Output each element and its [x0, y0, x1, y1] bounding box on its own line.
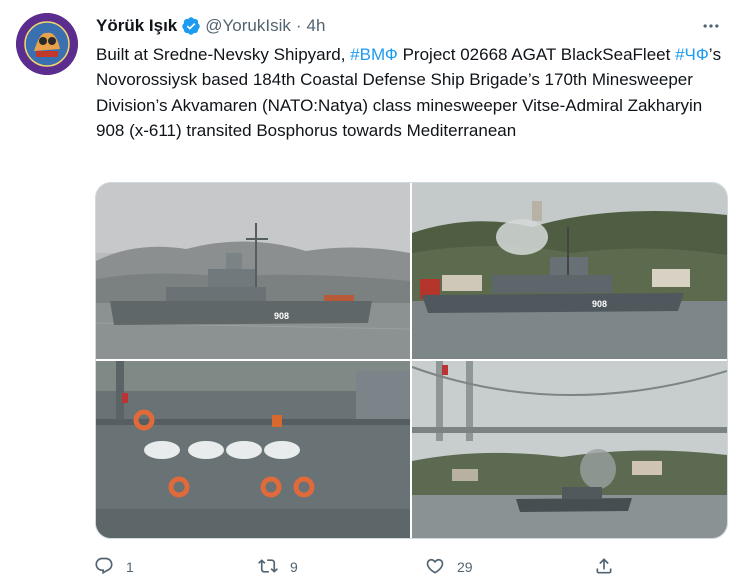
retweet-button[interactable]: 9: [258, 555, 298, 579]
photo-4[interactable]: [412, 361, 727, 538]
hull-number-label: 908: [274, 311, 289, 321]
media-grid: 908 908: [95, 182, 728, 539]
like-button[interactable]: 29: [425, 555, 473, 579]
like-count: 29: [457, 559, 473, 575]
retweet-count: 9: [290, 559, 298, 575]
tweet-timestamp[interactable]: 4h: [307, 16, 326, 36]
like-icon: [425, 556, 445, 579]
share-button[interactable]: [594, 555, 614, 579]
photo-1[interactable]: 908: [96, 183, 410, 359]
verified-badge-icon: [181, 16, 201, 36]
tweet-text-part: Built at Sredne-Nevsky Shipyard,: [96, 45, 351, 64]
photo-2[interactable]: 908: [412, 183, 727, 359]
action-bar: 1 9 29: [94, 555, 654, 579]
hashtag-vmf[interactable]: #ВМФ: [350, 45, 398, 64]
more-options-icon[interactable]: [699, 14, 723, 38]
tweet-header: Yörük Işık @YorukIsik · 4h: [96, 14, 723, 38]
hashtag-chf[interactable]: #ЧФ: [675, 45, 709, 64]
reply-count: 1: [126, 559, 134, 575]
reply-button[interactable]: 1: [94, 555, 134, 579]
tweet-card: Yörük Işık @YorukIsik · 4h Built at Sred…: [0, 0, 743, 585]
hull-number-label: 908: [592, 299, 607, 309]
tweet-text: Built at Sredne-Nevsky Shipyard, #ВМФ Pr…: [96, 42, 726, 143]
author-name[interactable]: Yörük Işık: [96, 16, 177, 36]
author-handle[interactable]: @YorukIsik: [205, 16, 291, 36]
retweet-icon: [258, 556, 278, 579]
avatar[interactable]: [16, 13, 78, 75]
share-icon: [594, 556, 614, 579]
tweet-text-part: Project 02668 AGAT BlackSeaFleet: [397, 45, 676, 64]
separator-dot: ·: [295, 16, 302, 35]
photo-3[interactable]: [96, 361, 410, 538]
reply-icon: [94, 556, 114, 579]
